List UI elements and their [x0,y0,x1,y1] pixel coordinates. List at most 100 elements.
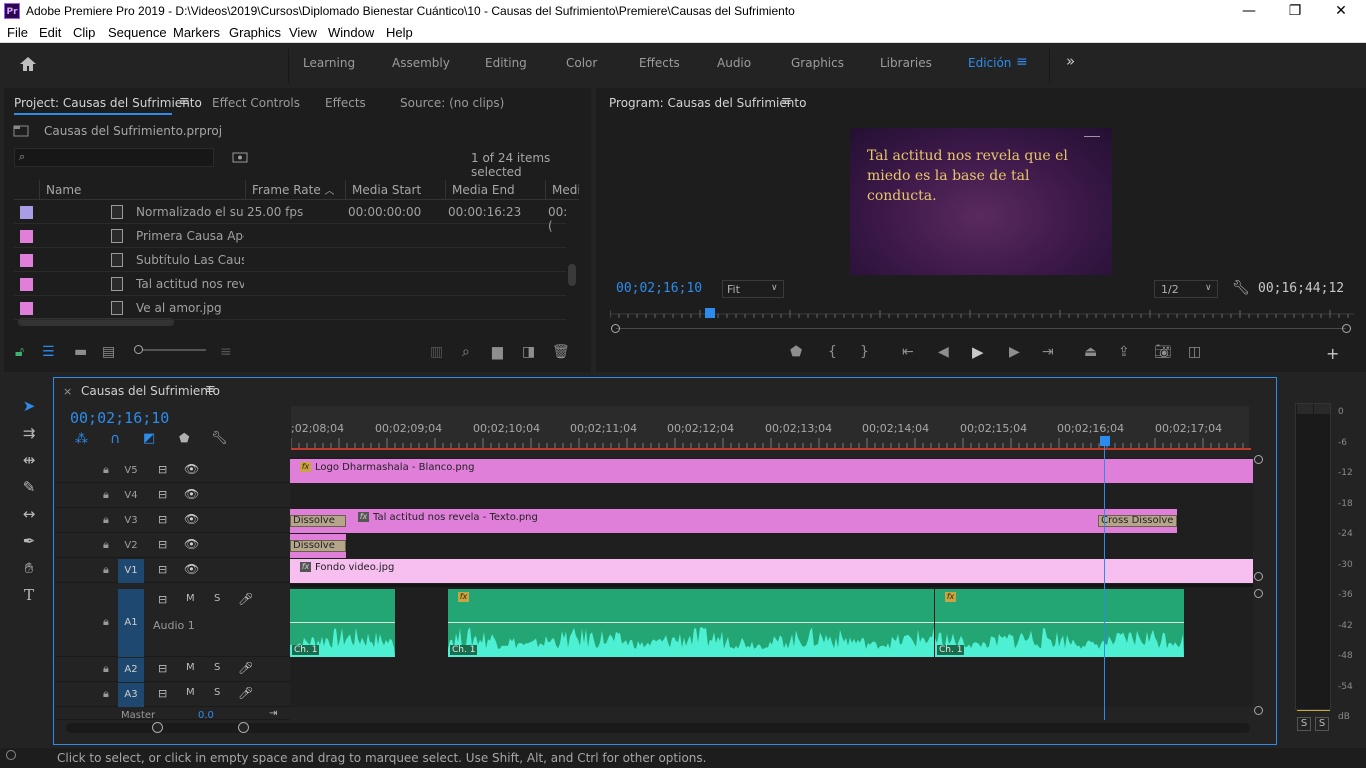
workspace-audio[interactable]: Audio [717,56,751,70]
pen-tool-icon[interactable]: ✒ [16,529,42,553]
transition-dissolve-v3[interactable]: Dissolve [290,515,346,527]
video-scroll-bottom-handle[interactable] [1254,572,1263,581]
new-bin-icon[interactable]: ▆ [492,344,503,360]
column-media[interactable]: Media [545,180,579,200]
workspace-learning[interactable]: Learning [303,56,355,70]
timeline-zoom-left-handle[interactable] [152,722,163,733]
toggle-output-eye-icon[interactable]: 👁︎ [184,487,199,501]
audio-scroll-top-handle[interactable] [1254,589,1263,598]
type-tool-icon[interactable]: T [16,583,42,607]
program-zoom-bar[interactable] [616,328,1346,329]
transition-dissolve-v2[interactable]: Dissolve [290,540,346,552]
solo-button[interactable]: S [214,687,220,698]
menu-sequence[interactable]: Sequence [108,25,167,40]
go-to-end-icon[interactable]: ⇥ [269,708,277,719]
comparison-view-icon[interactable]: ◫ [1188,344,1201,360]
workspace-editing[interactable]: Editing [485,56,527,70]
tab-project[interactable]: Project: Causas del Sufrimiento [14,96,202,110]
solo-left-button[interactable]: S [1297,717,1311,731]
clear-trash-icon[interactable]: 🗑︎ [552,344,570,360]
toggle-output-eye-icon[interactable]: 👁︎ [184,512,199,526]
mark-out-icon[interactable]: } [860,344,869,360]
slip-tool-icon[interactable]: ↔ [16,502,42,526]
add-marker-icon[interactable]: ⬟ [790,344,802,360]
snap-icon[interactable]: ∩ [110,431,120,447]
column-frame-rate[interactable]: Frame Rate ︿ [245,180,345,200]
export-frame-icon[interactable]: 📷︎ [1154,344,1172,360]
sync-lock-icon[interactable]: ⊟ [158,463,167,476]
program-menu-icon[interactable]: ≡ [781,94,792,109]
toggle-output-eye-icon[interactable]: 👁︎ [184,462,199,476]
label-color-swatch[interactable] [20,254,33,267]
menu-markers[interactable]: Markers [173,25,220,40]
timeline-zoom-right-handle[interactable] [238,722,249,733]
zoom-fit-dropdown[interactable]: Fit ∨ [722,280,784,298]
sync-lock-icon[interactable]: ⊟ [158,593,167,606]
project-item-row[interactable]: Normalizado el suf 25.00 fps 00:00:00:00 00… [14,200,567,233]
selection-tool-icon[interactable]: ➤ [16,394,42,418]
column-media-end[interactable]: Media End [445,180,545,200]
vertical-scrollbar[interactable] [568,264,576,286]
sync-lock-icon[interactable]: ⊟ [158,662,167,675]
step-back-icon[interactable]: ◀ [938,344,949,360]
program-video-frame[interactable]: Tal actitud nos revela que el miedo es l… [850,128,1112,275]
track-lock-icon[interactable]: 🔒︎ [103,488,109,502]
play-icon[interactable]: ▶ [972,343,984,361]
nest-sequence-icon[interactable]: ⁂ [75,432,88,447]
program-time-ruler[interactable] [609,304,1354,322]
timeline-playhead-handle[interactable] [1100,436,1110,446]
mute-button[interactable]: M [186,687,195,698]
label-color-swatch[interactable] [20,230,33,243]
extract-icon[interactable]: ⇪ [1118,344,1130,360]
column-name[interactable]: Name [39,180,245,200]
sync-lock-icon[interactable]: ⊟ [158,513,167,526]
project-search-box[interactable]: ⌕ [14,148,214,167]
tab-effects[interactable]: Effects [325,96,366,110]
menu-graphics[interactable]: Graphics [229,25,281,40]
linked-selection-icon[interactable]: ◩ [143,431,155,446]
master-volume-value[interactable]: 0.0 [198,710,214,719]
clip-v5-logo[interactable]: fx Logo Dharmashala - Blanco.png [290,459,1253,483]
menu-file[interactable]: File [7,25,28,40]
track-lock-icon[interactable]: 🔒︎ [103,538,109,552]
ripple-edit-tool-icon[interactable]: ⇹ [16,448,42,472]
mark-in-icon[interactable]: { [828,344,837,360]
close-button[interactable]: ✕ [1318,0,1364,22]
workspace-libraries[interactable]: Libraries [880,56,932,70]
audio-scroll-bottom-handle[interactable] [1254,706,1263,715]
overflow-chevron-icon[interactable]: » [1066,52,1075,70]
icon-view-icon[interactable]: ▬ [74,344,87,360]
search-input[interactable] [35,150,211,165]
toggle-output-eye-icon[interactable]: 👁︎ [184,537,199,551]
new-item-icon[interactable]: ◨ [522,344,535,360]
zoom-bar-right-handle[interactable] [1342,324,1351,333]
freeform-view-icon[interactable]: ▤ [102,344,115,360]
track-select-tool-icon[interactable]: ⇉ [16,421,42,445]
wrench-icon[interactable]: 🔧︎ [1232,280,1250,296]
restore-button[interactable]: ❐ [1272,0,1318,22]
project-item-row[interactable]: Primera Causa Ape [14,224,566,248]
volume-line[interactable] [290,622,395,623]
go-to-out-icon[interactable]: ⇥ [1042,344,1054,360]
track-label[interactable]: V4 [118,484,144,508]
workspace-graphics[interactable]: Graphics [791,56,844,70]
solo-button[interactable]: S [214,593,220,604]
workspace-assembly[interactable]: Assembly [392,56,450,70]
close-sequence-icon[interactable]: × [63,385,72,398]
audio-clip-2[interactable]: fx Ch. 1 [448,589,934,657]
track-label[interactable]: A2 [118,658,144,682]
home-icon[interactable] [18,55,38,73]
audio-clip-3[interactable]: fx Ch. 1 [935,589,1184,657]
video-scroll-top-handle[interactable] [1254,455,1263,464]
track-lock-icon[interactable]: 🔒︎ [103,662,109,676]
solo-button[interactable]: S [214,662,220,673]
sequence-timecode[interactable]: 00;02;16;10 [70,409,169,427]
workspace-edicion[interactable]: Edición [968,56,1011,70]
label-color-swatch[interactable] [20,206,33,219]
tab-effect-controls[interactable]: Effect Controls [212,96,300,110]
menu-help[interactable]: Help [386,25,413,40]
sync-lock-icon[interactable]: ⊟ [158,563,167,576]
workspace-menu-icon[interactable]: ≡ [1016,54,1028,70]
program-playhead[interactable] [705,308,716,318]
list-view-icon[interactable]: ☰ [42,344,55,360]
